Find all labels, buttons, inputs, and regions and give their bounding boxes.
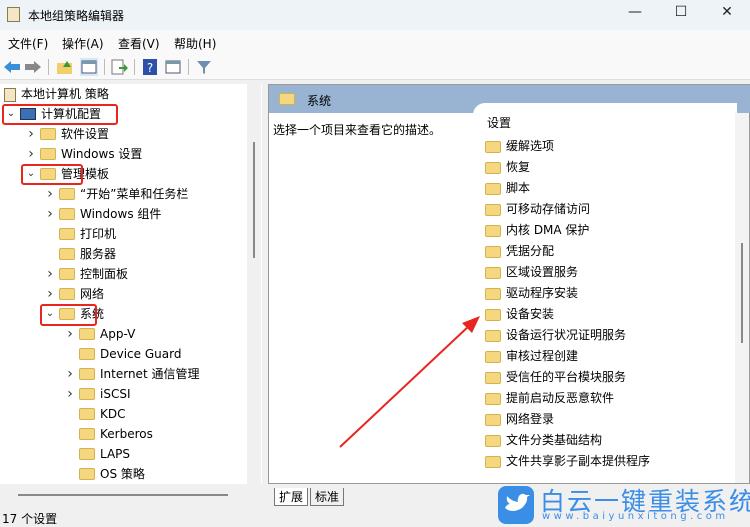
bird-logo-icon (498, 486, 534, 524)
annotation-arrow (339, 316, 480, 448)
watermark-url: www.baiyunxitong.com (542, 511, 729, 522)
watermark-logo: 白云一键重装系统 www.baiyunxitong.com (498, 484, 750, 526)
